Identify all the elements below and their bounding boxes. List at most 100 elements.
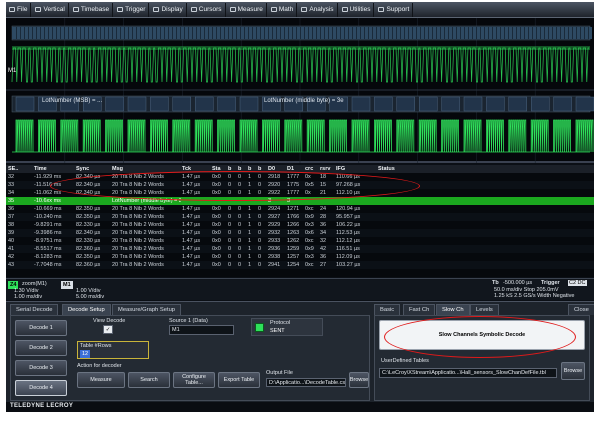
table-row[interactable]: 36 -10.669 ms 82.350 µs 20 Tra 8 Nib 2 Word… xyxy=(6,205,594,213)
menu-cursors[interactable]: Cursors xyxy=(188,2,226,17)
decode-cell xyxy=(425,27,428,39)
table-cell: 1 xyxy=(248,238,252,244)
tab-measure-graph-setup[interactable]: Measure/Graph Setup xyxy=(112,304,182,315)
table-cell: 27 xyxy=(320,262,327,268)
table-cell: 1.47 µs xyxy=(182,230,201,236)
decode-cell xyxy=(205,27,208,39)
menu-bar: File Vertical Timebase Trigger Display Cursor… xyxy=(6,2,594,18)
measure-button[interactable]: Measure xyxy=(77,372,125,388)
decode-cell xyxy=(485,27,488,39)
decode-cell xyxy=(261,27,264,39)
menu-trigger[interactable]: Trigger xyxy=(114,2,150,17)
table-cell: -8.5517 ms xyxy=(34,246,62,252)
m1-badge[interactable]: M1 xyxy=(61,281,73,289)
tab-levels[interactable]: Levels xyxy=(470,304,499,315)
table-cell: 0 xyxy=(228,254,232,260)
table-row[interactable]: 41 -8.5517 ms 82.360 µs 20 Tra 8 Nib 2 Word… xyxy=(6,245,594,253)
menu-vertical[interactable]: Vertical xyxy=(32,2,69,17)
decode-cell xyxy=(493,27,496,39)
tab-decode-setup[interactable]: Decode Setup xyxy=(62,304,111,315)
trace-zoom-burst xyxy=(575,119,594,153)
output-file-input[interactable]: D:\Applicatio...\DecodeTable.csv xyxy=(266,378,346,387)
timebase-delay: -500.000 µs xyxy=(503,280,533,286)
table-row[interactable]: 37 -10.240 ms 82.350 µs 20 Tra 8 Nib 2 Word… xyxy=(6,213,594,221)
table-row[interactable]: 43 -7.7048 ms 82.360 µs 20 Tra 8 Nib 2 Word… xyxy=(6,261,594,269)
tab-basic[interactable]: Basic xyxy=(374,304,401,315)
tab-slow-ch[interactable]: Slow Ch xyxy=(436,304,470,315)
protocol-selector[interactable]: Protocol SENT xyxy=(251,318,323,336)
table-cell: 0 xyxy=(238,254,242,260)
decode-cell xyxy=(93,27,96,39)
decode-packet xyxy=(105,96,124,112)
table-cell: 37 xyxy=(8,214,15,220)
decode-cell xyxy=(353,27,356,39)
trace-m1 xyxy=(11,47,590,83)
configure-table-button[interactable]: Configure Table... xyxy=(173,372,215,388)
decode-4-button[interactable]: Decode 4 xyxy=(15,380,67,396)
browse-tables-button[interactable]: Browse xyxy=(561,362,585,380)
table-cell: 0 xyxy=(238,214,242,220)
decode-cell xyxy=(461,27,464,39)
decode-cell xyxy=(225,27,228,39)
decode-packet xyxy=(553,96,572,112)
decode-cell xyxy=(565,27,568,39)
menu-timebase[interactable]: Timebase xyxy=(70,2,114,17)
decode-cell xyxy=(309,27,312,39)
decode-cell xyxy=(313,27,316,39)
decode-cell xyxy=(429,27,432,39)
waveform-display[interactable]: M1 LotNumber (MSB) = ... LotNumber (midd… xyxy=(6,18,594,163)
decode-cell xyxy=(249,27,252,39)
browse-output-button[interactable]: Browse xyxy=(349,372,369,388)
table-row[interactable]: 38 -9.8291 ms 82.330 µs 20 Tra 8 Nib 2 Word… xyxy=(6,221,594,229)
decode-cell xyxy=(101,27,104,39)
decode-packet xyxy=(396,96,415,112)
table-cell: 36 xyxy=(320,222,327,228)
tab-fast-ch[interactable]: Fast Ch xyxy=(403,304,436,315)
decode-2-button[interactable]: Decode 2 xyxy=(15,340,67,356)
menu-measure[interactable]: Measure xyxy=(227,2,267,17)
table-cell: 0 xyxy=(228,262,232,268)
decode-cell xyxy=(269,27,272,39)
close-button[interactable]: Close xyxy=(568,304,594,315)
timebase-label[interactable]: Tb xyxy=(492,280,499,286)
decode-cell xyxy=(421,27,424,39)
trigger-label[interactable]: Trigger xyxy=(541,280,560,286)
decode-cell xyxy=(185,27,188,39)
table-rows-input[interactable]: 12 xyxy=(80,350,90,358)
protocol-label: Protocol xyxy=(270,320,291,326)
decode-packet xyxy=(463,96,483,112)
z4-name: zoom(M1) xyxy=(22,281,47,287)
menu-analysis[interactable]: Analysis xyxy=(298,2,338,17)
decode-cell xyxy=(305,27,308,39)
tab-serial-decode[interactable]: Serial Decode xyxy=(10,304,59,315)
menu-support[interactable]: Support xyxy=(375,2,414,17)
decode-1-button[interactable]: Decode 1 xyxy=(15,320,67,336)
menu-label: Trigger xyxy=(125,6,146,13)
decode-cell xyxy=(221,27,224,39)
decode-cell xyxy=(341,27,344,39)
export-table-button[interactable]: Export Table xyxy=(218,372,260,388)
menu-display[interactable]: Display xyxy=(150,2,187,17)
trigger-icon xyxy=(117,7,124,12)
source-select[interactable]: M1 xyxy=(169,325,234,335)
search-button[interactable]: Search xyxy=(128,372,170,388)
trace-zoom-burst xyxy=(553,119,571,153)
decode-cell xyxy=(525,27,528,39)
menu-utilities[interactable]: Utilities xyxy=(339,2,375,17)
menu-math[interactable]: Math xyxy=(268,2,298,17)
table-row[interactable]: 39 -9.3986 ms 82.340 µs 20 Tra 8 Nib 2 Word… xyxy=(6,229,594,237)
decode-3-button[interactable]: Decode 3 xyxy=(15,360,67,376)
table-cell: 1 xyxy=(248,230,252,236)
table-row[interactable]: 42 -8.1283 ms 82.350 µs 20 Tra 8 Nib 2 Word… xyxy=(6,253,594,261)
decode-cell xyxy=(53,27,56,39)
table-cell: 0 xyxy=(258,238,262,244)
menu-file[interactable]: File xyxy=(6,2,32,17)
display-icon xyxy=(153,7,160,12)
decode-cell xyxy=(97,27,100,39)
table-row[interactable]: 40 -8.9751 ms 82.330 µs 20 Tra 8 Nib 2 Word… xyxy=(6,237,594,245)
view-decode-checkbox[interactable]: ✓ xyxy=(103,325,113,334)
footer-bar: TELEDYNE LECROY xyxy=(6,402,594,412)
user-defined-tables-input[interactable]: C:\LeCroy\XStream\Applicatio...\Hall_sen… xyxy=(379,368,557,378)
table-cell: 20 Tra 8 Nib 2 Words xyxy=(112,206,164,212)
table-cell: -8.9751 ms xyxy=(34,238,62,244)
